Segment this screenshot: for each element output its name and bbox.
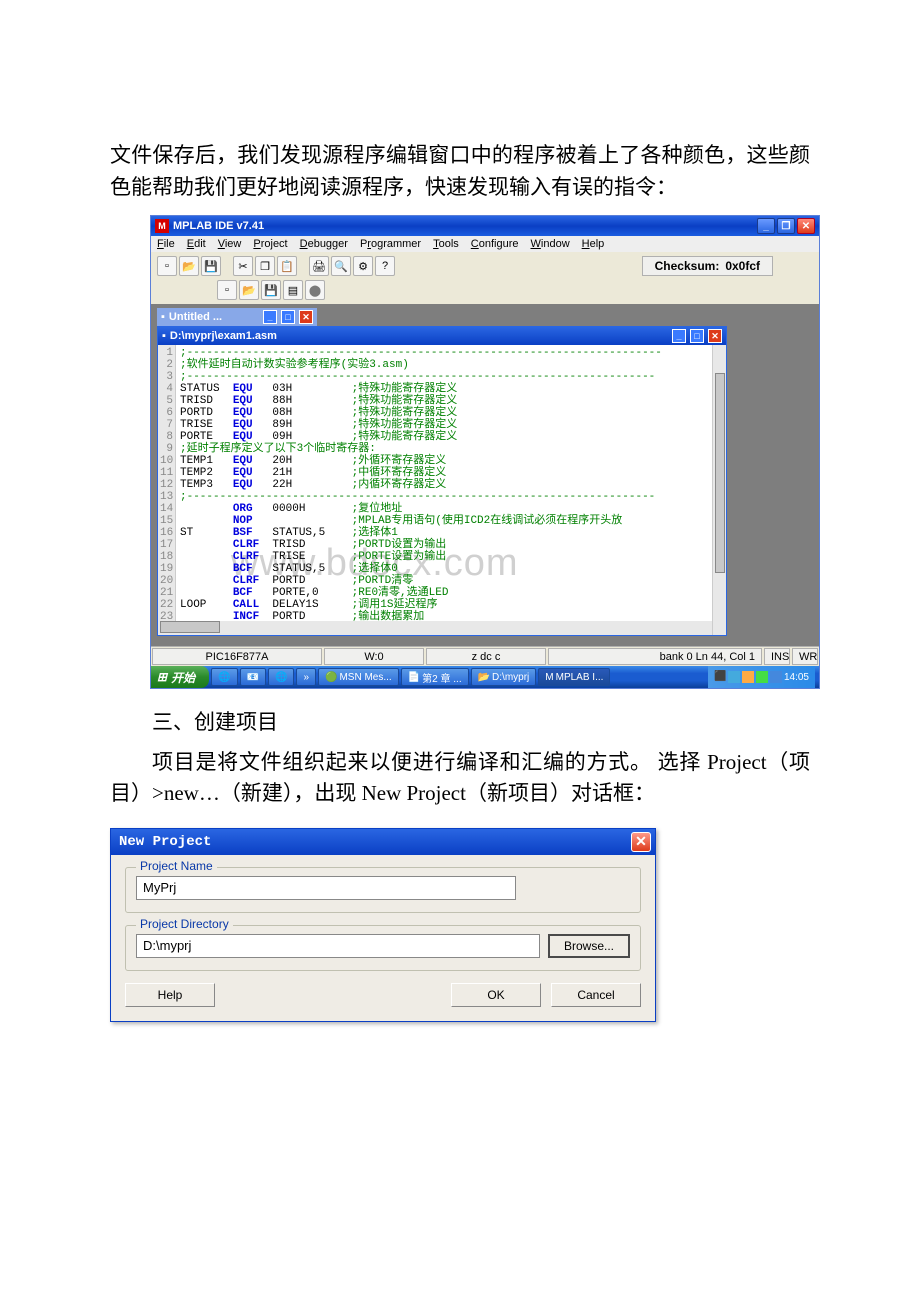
project-directory-group: Project Directory Browse...: [125, 925, 641, 971]
find-icon[interactable]: 🔍: [331, 256, 351, 276]
menu-configure[interactable]: Configure: [471, 238, 519, 250]
scroll-thumb[interactable]: [715, 373, 725, 573]
save-icon[interactable]: 💾: [201, 256, 221, 276]
taskbar-item-explorer[interactable]: 📂 D:\myprj: [471, 668, 537, 686]
status-bar: PIC16F877A W:0 z dc c bank 0 Ln 44, Col …: [151, 646, 819, 666]
open-project-icon[interactable]: 📂: [239, 280, 259, 300]
menu-edit[interactable]: Edit: [187, 238, 206, 250]
code-area[interactable]: ;---------------------------------------…: [176, 345, 726, 621]
untitled-max-icon[interactable]: □: [281, 310, 295, 324]
ide-titlebar: M MPLAB IDE v7.41 _ ❐ ✕: [151, 216, 819, 236]
menu-bar: File Edit View Project Debugger Programm…: [151, 236, 819, 252]
menu-help[interactable]: Help: [582, 238, 605, 250]
tray-icon[interactable]: ⬛: [714, 671, 726, 683]
tray-icon[interactable]: [742, 671, 754, 683]
menu-file[interactable]: File: [157, 238, 175, 250]
menu-debugger[interactable]: Debugger: [300, 238, 348, 250]
open-file-icon[interactable]: 📂: [179, 256, 199, 276]
intro-paragraph: 文件保存后，我们发现源程序编辑窗口中的程序被着上了各种颜色，这些颜色能帮助我们更…: [110, 140, 810, 203]
system-tray[interactable]: ⬛ 14:05: [708, 666, 815, 688]
project-name-label: Project Name: [136, 859, 217, 873]
editor-title: D:\myprj\exam1.asm: [170, 330, 668, 342]
section-paragraph: 项目是将文件组织起来以便进行编译和汇编的方式。 选择 Project（项目）>n…: [110, 747, 810, 810]
toolbar-area: ▫ 📂 💾 ✂ ❐ 📋 🖨 🔍 ⚙ ? Checksum: 0x0fcf ▫: [151, 252, 819, 304]
mplab-ide-window: M MPLAB IDE v7.41 _ ❐ ✕ File Edit View P…: [150, 215, 820, 689]
status-cursor: bank 0 Ln 44, Col 1: [548, 648, 762, 665]
section-heading: 三、创建项目: [110, 707, 810, 739]
start-button[interactable]: ⊞ 开始: [151, 666, 209, 688]
taskbar-item-word[interactable]: 📄 第2 章 ...: [401, 668, 469, 686]
menu-view[interactable]: View: [218, 238, 242, 250]
build-all-icon[interactable]: ▤: [283, 280, 303, 300]
taskbar-item-4[interactable]: »: [296, 668, 316, 686]
help-button[interactable]: Help: [125, 983, 215, 1007]
status-ins: INS: [764, 648, 790, 665]
untitled-title: Untitled ...: [169, 311, 259, 323]
project-name-input[interactable]: [136, 876, 516, 900]
taskbar-item-msn[interactable]: 🟢 MSN Mes...: [318, 668, 399, 686]
ok-button[interactable]: OK: [451, 983, 541, 1007]
untitled-close-icon[interactable]: ✕: [299, 310, 313, 324]
project-directory-input[interactable]: [136, 934, 540, 958]
tray-clock: 14:05: [784, 672, 809, 683]
status-device: PIC16F877A: [152, 648, 322, 665]
dialog-titlebar: New Project ✕: [111, 829, 655, 855]
untitled-window: ▪ Untitled ... _ □ ✕: [157, 308, 317, 326]
menu-tools[interactable]: Tools: [433, 238, 459, 250]
maximize-button[interactable]: ❐: [777, 218, 795, 234]
cancel-button[interactable]: Cancel: [551, 983, 641, 1007]
save-project-icon[interactable]: 💾: [261, 280, 281, 300]
file-icon: ▪: [162, 330, 166, 342]
mplab-icon: M: [155, 219, 169, 233]
line-number-gutter: 1234567891011121314151617181920212223: [158, 345, 176, 621]
copy-icon[interactable]: ❐: [255, 256, 275, 276]
ide-title-text: MPLAB IDE v7.41: [173, 220, 757, 232]
tray-icon[interactable]: [728, 671, 740, 683]
taskbar-item-1[interactable]: 🌐: [211, 668, 237, 686]
workspace: www.bdocx.com ▪ Untitled ... _ □ ✕ ▪ D:\…: [151, 304, 819, 646]
print-icon[interactable]: 🖨: [309, 256, 329, 276]
hscroll-thumb[interactable]: [160, 621, 220, 633]
paste-icon[interactable]: 📋: [277, 256, 297, 276]
menu-programmer[interactable]: Programmer: [360, 238, 421, 250]
windows-logo-icon: ⊞: [157, 670, 167, 684]
browse-button[interactable]: Browse...: [548, 934, 630, 958]
taskbar-item-3[interactable]: 🌐: [268, 668, 294, 686]
minimize-button[interactable]: _: [757, 218, 775, 234]
taskbar-item-2[interactable]: 📧: [240, 668, 266, 686]
taskbar-item-mplab[interactable]: M MPLAB I...: [538, 668, 610, 686]
stop-icon[interactable]: ⬤: [305, 280, 325, 300]
untitled-icon: ▪: [161, 311, 165, 323]
checksum-display: Checksum: 0x0fcf: [642, 256, 773, 276]
vertical-scrollbar[interactable]: [712, 345, 726, 621]
tray-icon[interactable]: [770, 671, 782, 683]
status-flags: z dc c: [426, 648, 546, 665]
editor-window: ▪ D:\myprj\exam1.asm _ □ ✕ 1234567891011…: [157, 326, 727, 636]
dialog-close-button[interactable]: ✕: [631, 832, 651, 852]
status-wr: WR: [792, 648, 818, 665]
windows-taskbar: ⊞ 开始 🌐 📧 🌐 » 🟢 MSN Mes... 📄 第2 章 ... 📂 D…: [151, 666, 819, 688]
horizontal-scrollbar[interactable]: [158, 621, 726, 635]
editor-min-icon[interactable]: _: [672, 329, 686, 343]
new-file-icon[interactable]: ▫: [157, 256, 177, 276]
close-button[interactable]: ✕: [797, 218, 815, 234]
editor-body[interactable]: 1234567891011121314151617181920212223 ;-…: [158, 345, 726, 621]
project-directory-label: Project Directory: [136, 917, 233, 931]
menu-project[interactable]: Project: [253, 238, 287, 250]
menu-window[interactable]: Window: [531, 238, 570, 250]
editor-close-icon[interactable]: ✕: [708, 329, 722, 343]
project-name-group: Project Name: [125, 867, 641, 913]
new-project-icon[interactable]: ▫: [217, 280, 237, 300]
status-wflag: W:0: [324, 648, 424, 665]
help-icon[interactable]: ?: [375, 256, 395, 276]
dialog-title: New Project: [115, 834, 631, 850]
tray-icon[interactable]: [756, 671, 768, 683]
build-icon[interactable]: ⚙: [353, 256, 373, 276]
cut-icon[interactable]: ✂: [233, 256, 253, 276]
editor-max-icon[interactable]: □: [690, 329, 704, 343]
new-project-dialog: New Project ✕ Project Name Project Direc…: [110, 828, 656, 1022]
untitled-min-icon[interactable]: _: [263, 310, 277, 324]
